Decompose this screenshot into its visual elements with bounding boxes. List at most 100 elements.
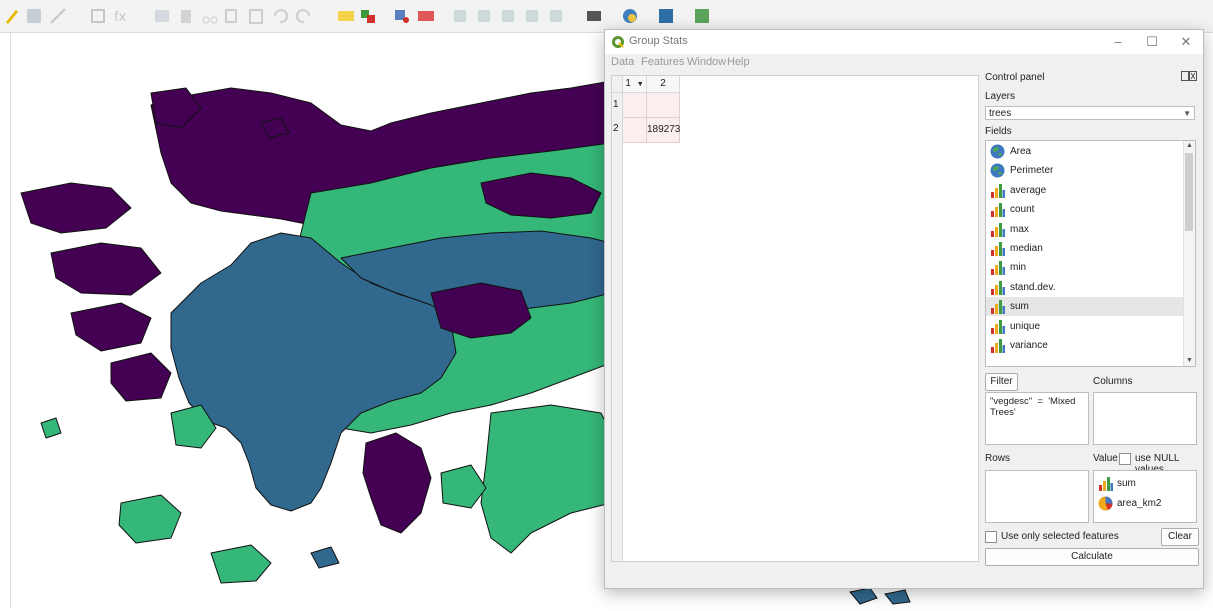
field-item[interactable]: min bbox=[986, 258, 1184, 277]
field-item[interactable]: stand.dev. bbox=[986, 278, 1184, 297]
scroll-thumb[interactable] bbox=[1185, 153, 1193, 231]
menu-help[interactable]: Help bbox=[727, 56, 750, 68]
field-item[interactable]: Area bbox=[986, 142, 1184, 161]
minimize-icon[interactable]: – bbox=[1101, 30, 1135, 54]
menu-data[interactable]: Data bbox=[611, 56, 634, 68]
value-drop-area[interactable]: sum area_km2 bbox=[1093, 470, 1197, 523]
field-item[interactable]: sum bbox=[986, 297, 1184, 317]
table-corner[interactable] bbox=[612, 76, 623, 93]
veg-polygon bbox=[20, 182, 132, 234]
field-item-label: min bbox=[1010, 262, 1027, 274]
veg-polygon bbox=[480, 404, 612, 554]
rows-drop-area[interactable] bbox=[985, 470, 1089, 523]
sort-arrow-icon: ▼ bbox=[636, 81, 644, 88]
table-cell[interactable] bbox=[623, 93, 647, 118]
rows-label: Rows bbox=[985, 453, 1011, 464]
map-canvas[interactable] bbox=[10, 33, 612, 608]
value-item[interactable]: sum bbox=[1096, 474, 1194, 494]
field-item-label: average bbox=[1010, 184, 1047, 196]
columns-drop-area[interactable] bbox=[1093, 392, 1197, 445]
bar-chart-icon bbox=[991, 203, 1005, 218]
cut-icon[interactable] bbox=[200, 6, 220, 26]
bar-chart-icon bbox=[1099, 477, 1113, 491]
field-item[interactable]: variance bbox=[986, 336, 1184, 355]
field-item[interactable]: unique bbox=[986, 317, 1184, 336]
filter-expression[interactable]: "vegdesc" = 'Mixed Trees' bbox=[985, 392, 1089, 445]
save-edits-icon[interactable] bbox=[24, 6, 44, 26]
field-item[interactable]: Perimeter bbox=[986, 161, 1184, 180]
field-item-label: count bbox=[1010, 204, 1035, 216]
layer-select[interactable]: trees ▼ bbox=[985, 106, 1195, 120]
change-label-icon[interactable] bbox=[498, 6, 518, 26]
delete-icon[interactable] bbox=[176, 6, 196, 26]
filter-button[interactable]: Filter bbox=[985, 373, 1018, 391]
row-header-2[interactable]: 2 bbox=[612, 123, 623, 134]
bar-chart-icon bbox=[991, 339, 1005, 353]
table-cell[interactable] bbox=[623, 118, 647, 143]
bar-chart-icon bbox=[991, 242, 1005, 256]
column-header-1[interactable]: 1 ▼ bbox=[623, 76, 647, 93]
pin-label-icon[interactable] bbox=[392, 6, 412, 26]
table-icon[interactable] bbox=[152, 6, 172, 26]
column-header-2[interactable]: 2 bbox=[647, 76, 680, 93]
field-item[interactable]: max bbox=[986, 220, 1184, 239]
value-item[interactable]: area_km2 bbox=[1096, 494, 1194, 514]
maximize-icon[interactable]: ☐ bbox=[1135, 30, 1169, 54]
bar-chart-icon bbox=[991, 319, 1005, 334]
bar-chart-icon bbox=[991, 280, 1005, 295]
python-icon[interactable] bbox=[620, 6, 640, 26]
row-header-1[interactable]: 1 bbox=[612, 99, 623, 110]
dialog-title: Group Stats bbox=[629, 35, 688, 47]
field-item[interactable]: median bbox=[986, 239, 1184, 258]
bar-chart-icon bbox=[991, 261, 1005, 276]
plugin-icon[interactable] bbox=[584, 6, 604, 26]
table-cell[interactable]: 189273 bbox=[647, 118, 680, 143]
diagram-icon[interactable] bbox=[546, 6, 566, 26]
fields-scrollbar[interactable]: ▲ ▼ bbox=[1183, 141, 1195, 366]
field-item-label: Perimeter bbox=[1010, 165, 1054, 177]
clear-button[interactable]: Clear bbox=[1161, 528, 1199, 546]
field-calc-icon[interactable]: fx bbox=[112, 6, 132, 26]
table-cell[interactable] bbox=[647, 93, 680, 118]
veg-polygon bbox=[50, 242, 162, 296]
edit-pencil-icon[interactable] bbox=[2, 6, 22, 26]
veg-polygon bbox=[118, 494, 182, 544]
field-item-label: stand.dev. bbox=[1010, 281, 1056, 293]
label-style-icon[interactable] bbox=[358, 6, 378, 26]
scroll-down-icon[interactable]: ▼ bbox=[1185, 356, 1194, 366]
results-table[interactable]: 1 ▼ 2 1 2 189273 bbox=[611, 75, 979, 562]
null-values-checkbox[interactable] bbox=[1119, 453, 1131, 465]
dock-float-close-icon[interactable] bbox=[1181, 71, 1197, 81]
close-icon[interactable]: ✕ bbox=[1169, 30, 1203, 54]
menu-window[interactable]: Window bbox=[687, 56, 726, 68]
dialog-titlebar[interactable]: Group Stats – ☐ ✕ bbox=[605, 30, 1203, 54]
scroll-up-icon[interactable]: ▲ bbox=[1185, 141, 1194, 151]
fields-list[interactable]: Area Perimeter average count max median min sta… bbox=[985, 140, 1196, 367]
group-stats-icon[interactable] bbox=[656, 6, 676, 26]
undo-icon[interactable] bbox=[270, 6, 290, 26]
label-icon[interactable] bbox=[336, 6, 356, 26]
rotate-label-icon[interactable] bbox=[474, 6, 494, 26]
value-label: Value bbox=[1093, 453, 1118, 464]
field-item[interactable]: average bbox=[986, 181, 1184, 200]
show-label-icon[interactable] bbox=[522, 6, 542, 26]
svg-text:fx: fx bbox=[114, 10, 127, 25]
digitize-icon[interactable] bbox=[48, 6, 68, 26]
highlight-label-icon[interactable] bbox=[416, 6, 436, 26]
copy-icon[interactable] bbox=[222, 6, 242, 26]
field-item-label: max bbox=[1010, 223, 1029, 235]
paste-icon[interactable] bbox=[246, 6, 266, 26]
pie-chart-icon bbox=[1098, 496, 1113, 511]
field-item[interactable]: count bbox=[986, 200, 1184, 219]
fields-label: Fields bbox=[985, 126, 1012, 137]
vegetation-map bbox=[20, 80, 612, 584]
georeferencer-icon[interactable] bbox=[692, 6, 712, 26]
redo-icon[interactable] bbox=[294, 6, 314, 26]
selected-only-checkbox[interactable] bbox=[985, 531, 997, 543]
add-feature-icon[interactable] bbox=[88, 6, 108, 26]
calculate-button[interactable]: Calculate bbox=[985, 548, 1199, 566]
move-label-icon[interactable] bbox=[450, 6, 470, 26]
menu-features[interactable]: Features bbox=[641, 56, 684, 68]
veg-polygon bbox=[70, 302, 152, 352]
veg-polygon bbox=[210, 544, 272, 584]
